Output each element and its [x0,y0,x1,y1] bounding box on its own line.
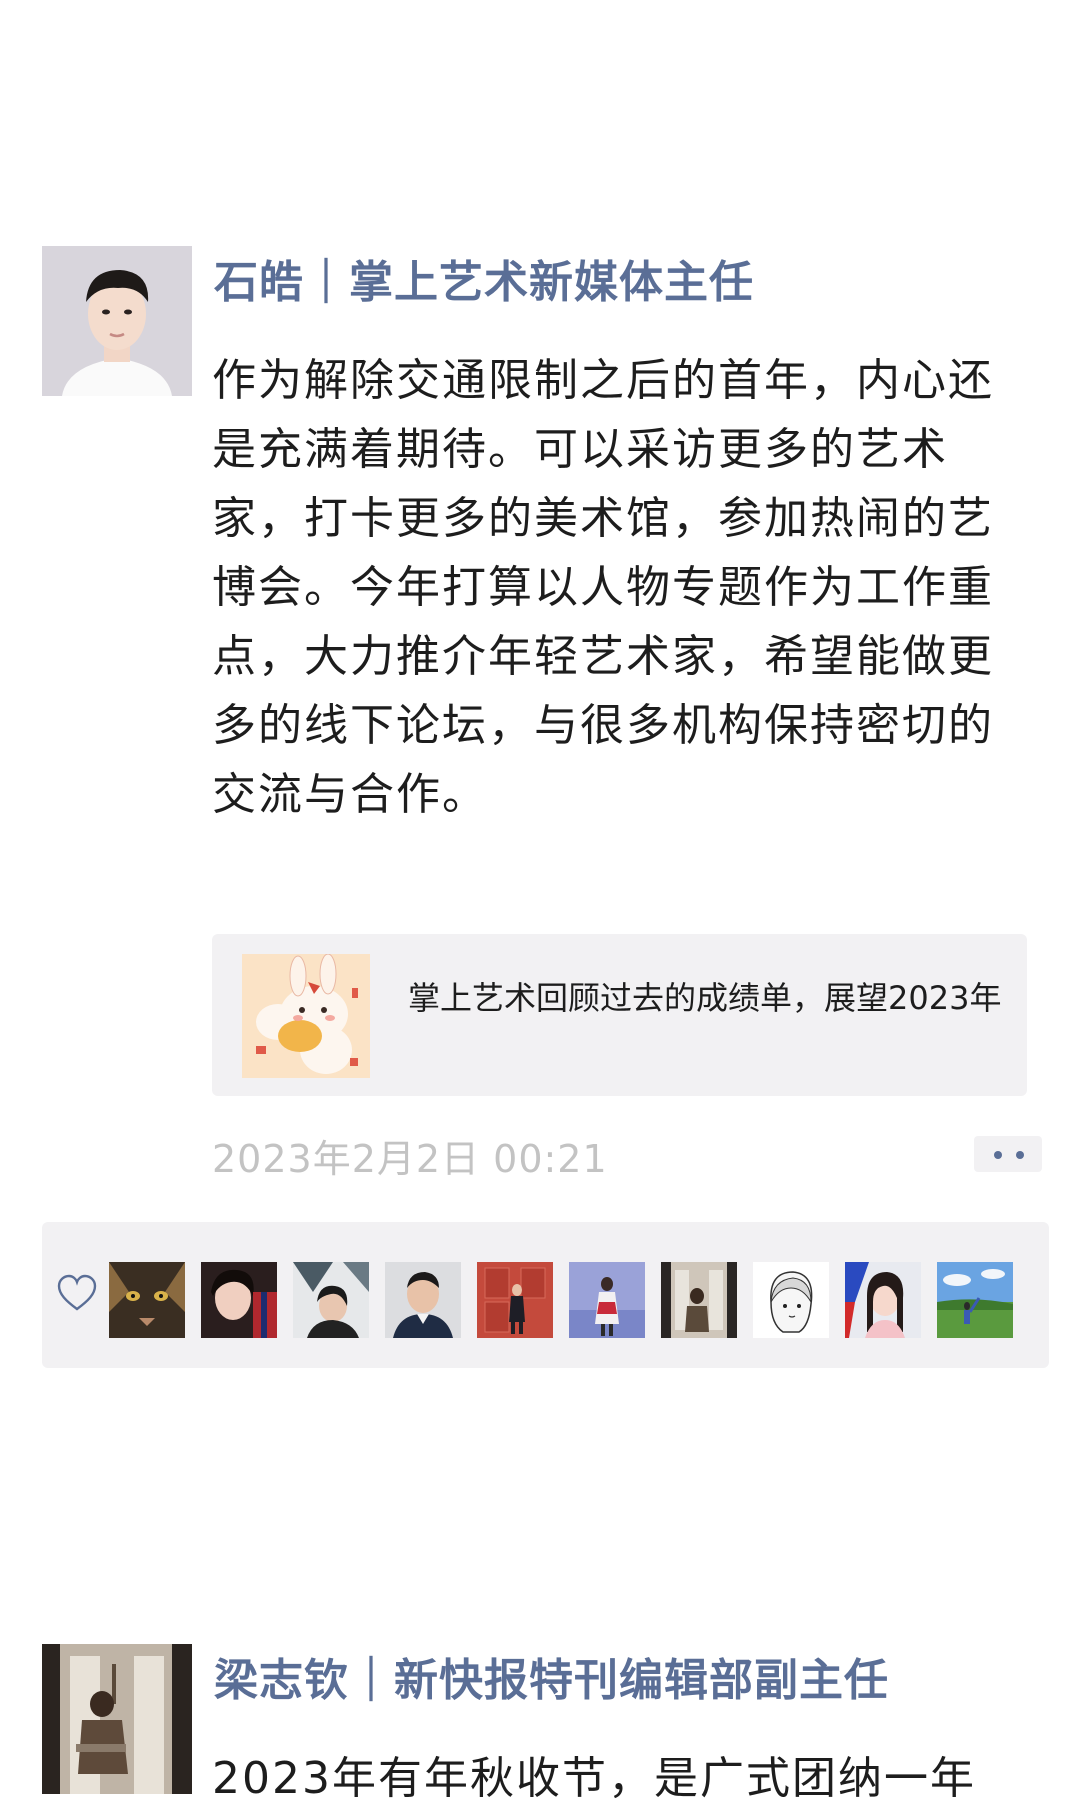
author-name[interactable]: 梁志钦｜新快报特刊编辑部副主任 [214,1644,889,1708]
author-avatar[interactable] [42,246,192,396]
liker-avatar[interactable] [753,1262,829,1338]
likes-panel [42,1222,1049,1368]
author-avatar[interactable] [42,1644,192,1794]
more-actions-button[interactable] [974,1136,1042,1172]
heart-outline-icon [57,1274,97,1311]
post-timestamp: 2023年2月2日 00:21 [212,1137,608,1181]
liker-avatar[interactable] [661,1262,737,1338]
liker-avatar[interactable] [385,1262,461,1338]
shared-link-card[interactable]: 掌上艺术回顾过去的成绩单，展望2023年 [212,934,1027,1096]
more-dot-icon [994,1151,1002,1159]
liker-avatar[interactable] [477,1262,553,1338]
link-thumbnail [242,954,370,1078]
liker-avatar[interactable] [569,1262,645,1338]
liker-avatar[interactable] [109,1262,185,1338]
liker-avatar[interactable] [845,1262,921,1338]
link-title: 掌上艺术回顾过去的成绩单，展望2023年 [408,979,1002,1017]
liker-avatar[interactable] [937,1262,1013,1338]
liker-avatar[interactable] [293,1262,369,1338]
post-text: 2023年有年秋收节，是广式团纳一年 [212,1753,976,1804]
liker-avatar[interactable] [201,1262,277,1338]
post-text: 作为解除交通限制之后的首年，内心还是充满着期待。可以采访更多的艺术家，打卡更多的… [212,355,994,820]
more-dot-icon [1016,1151,1024,1159]
author-name[interactable]: 石皓｜掌上艺术新媒体主任 [214,246,754,310]
